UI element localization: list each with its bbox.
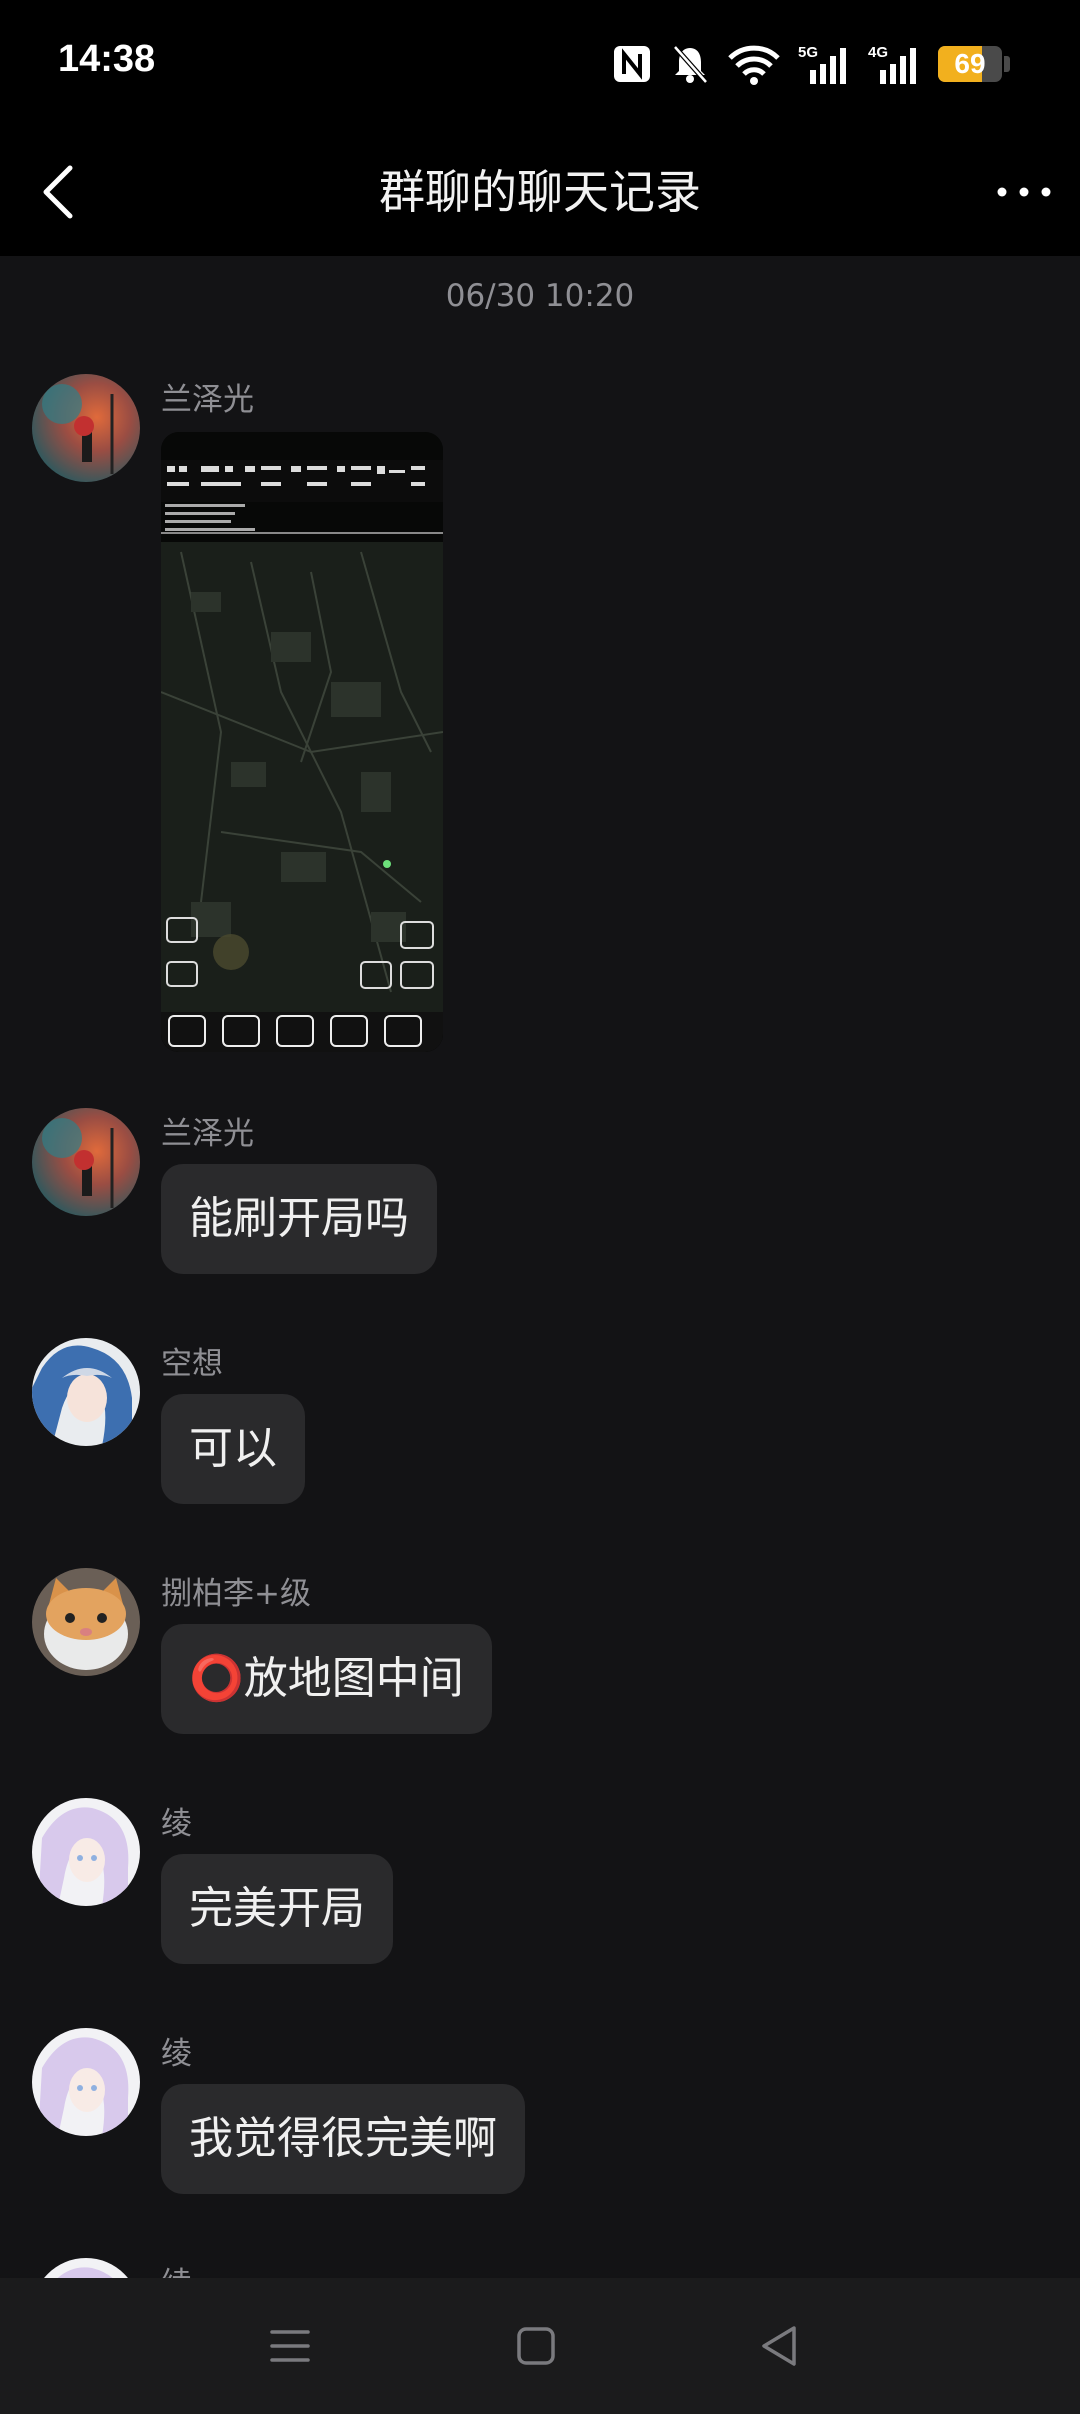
message-bubble[interactable]: 完美开局 <box>161 1854 393 1964</box>
sender-name: 空想 <box>161 1346 223 1382</box>
avatar[interactable] <box>32 1338 140 1446</box>
chat-timestamp: 06/30 10:20 <box>445 278 635 314</box>
avatar[interactable] <box>32 1108 140 1216</box>
sender-name: 兰泽光 <box>161 1116 254 1152</box>
battery-level: 69 <box>954 48 986 79</box>
chat-history-screen: 14:38 5G 4G 69 群聊的聊天记录 06/30 10:20 兰泽光 兰… <box>0 0 1080 2414</box>
header-bar: 群聊的聊天记录 <box>0 128 1080 256</box>
status-icons: 5G 4G 69 <box>612 36 1010 92</box>
system-nav-bar <box>0 2278 1080 2414</box>
status-bar: 14:38 5G 4G 69 <box>0 0 1080 128</box>
svg-text:4G: 4G <box>868 44 888 61</box>
mute-bell-icon <box>673 45 708 84</box>
wifi-icon <box>728 45 780 85</box>
battery-cap <box>1004 56 1010 72</box>
message-bubble[interactable]: 能刷开局吗 <box>161 1164 437 1274</box>
back-button[interactable] <box>26 156 98 228</box>
status-time: 14:38 <box>58 38 156 80</box>
nfc-icon <box>614 46 650 82</box>
menu-icon[interactable] <box>260 2316 320 2376</box>
page-title: 群聊的聊天记录 <box>379 165 701 219</box>
sender-name: 绫 <box>161 1806 192 1842</box>
sender-name: 绫 <box>161 2036 192 2072</box>
more-options-icon[interactable] <box>988 156 1060 228</box>
message-bubble[interactable]: 可以 <box>161 1394 305 1504</box>
sender-name: 捌柏李+级 <box>161 1576 311 1612</box>
message-bubble[interactable]: 我觉得很完美啊 <box>161 2084 525 2194</box>
message-bubble[interactable]: ⭕放地图中间 <box>161 1624 492 1734</box>
signal-5g-icon: 5G <box>798 44 846 84</box>
home-icon[interactable] <box>506 2316 566 2376</box>
avatar[interactable] <box>32 1568 140 1676</box>
avatar[interactable] <box>32 2028 140 2136</box>
avatar[interactable] <box>32 374 140 482</box>
sender-name: 兰泽光 <box>161 382 254 418</box>
avatar[interactable] <box>32 2258 140 2278</box>
signal-4g-icon: 4G <box>868 44 916 84</box>
battery-indicator: 69 <box>938 46 1002 82</box>
avatar[interactable] <box>32 1798 140 1906</box>
game-screenshot-image <box>161 432 443 1052</box>
svg-text:5G: 5G <box>798 44 818 61</box>
back-nav-icon[interactable] <box>750 2316 810 2376</box>
chat-content[interactable]: 06/30 10:20 兰泽光 兰泽光 能刷开局吗 空想 可以 捌柏李+级 ⭕放… <box>0 256 1080 2278</box>
sender-name: 绫 <box>161 2258 192 2278</box>
image-message[interactable] <box>161 432 443 1052</box>
